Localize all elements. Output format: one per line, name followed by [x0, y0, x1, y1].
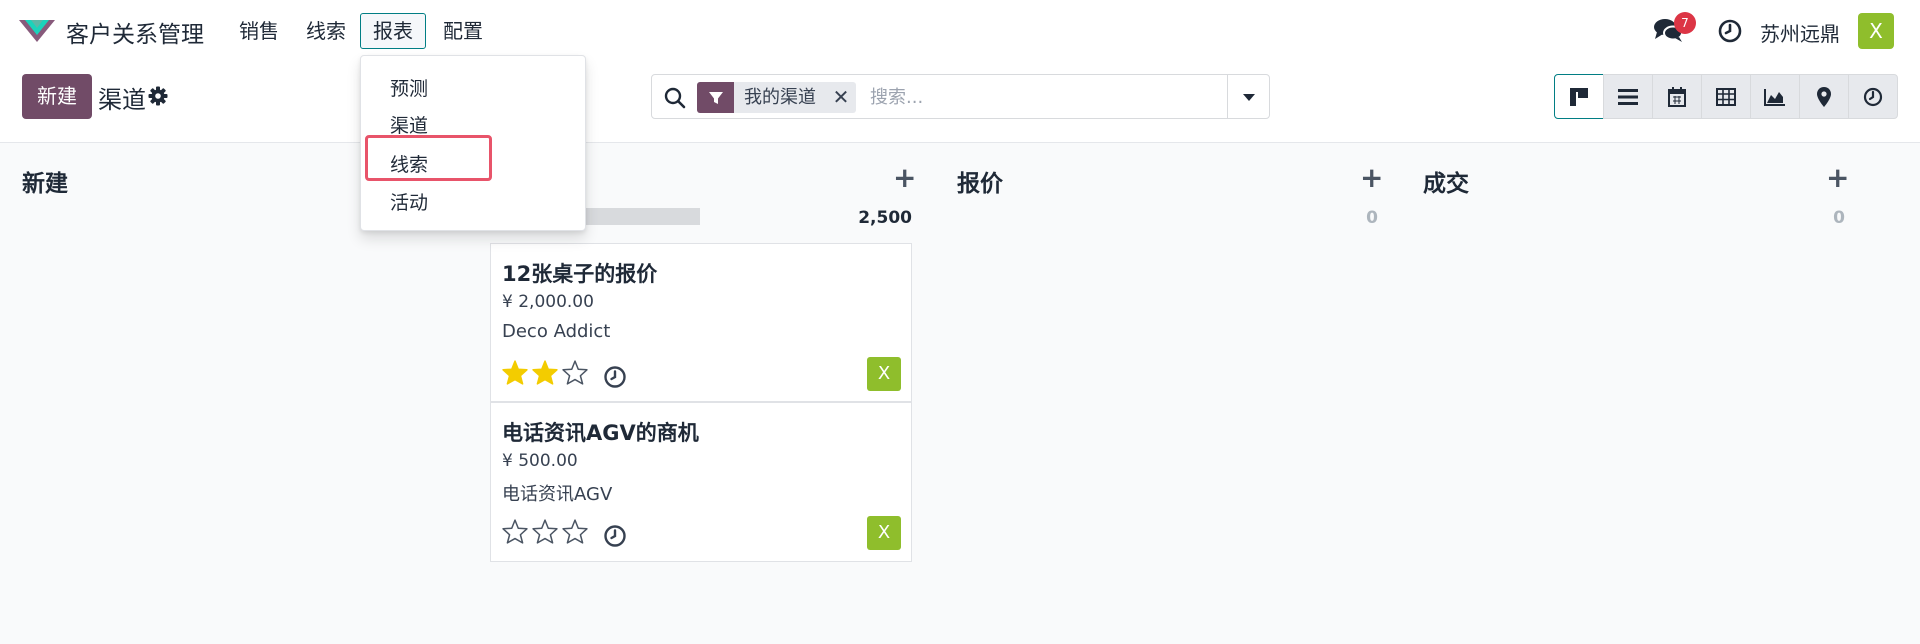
column-total: 0: [1833, 208, 1845, 228]
search-input[interactable]: [870, 83, 1210, 111]
card-title: 12张桌子的报价: [502, 262, 658, 286]
breadcrumb: 渠道: [98, 86, 146, 114]
activity-view-button[interactable]: [1848, 74, 1898, 119]
nav-leads[interactable]: 线索: [293, 13, 359, 49]
gear-icon[interactable]: [148, 86, 168, 106]
view-switcher: [1554, 74, 1898, 119]
star-empty-icon[interactable]: [502, 519, 528, 544]
card-partner: 电话资讯AGV: [502, 484, 613, 505]
filter-icon: [697, 82, 734, 113]
star-filled-icon[interactable]: [502, 360, 528, 385]
activity-clock-icon[interactable]: [603, 365, 627, 389]
kanban-view-button[interactable]: [1554, 74, 1604, 119]
pivot-table-icon: [1716, 87, 1736, 106]
clock-icon: [1863, 87, 1883, 106]
filter-facet: 我的渠道 ✕: [697, 82, 856, 113]
map-pin-icon: [1817, 86, 1831, 107]
activity-clock-icon[interactable]: [603, 524, 627, 548]
company-switcher[interactable]: 苏州远鼎: [1760, 18, 1840, 47]
menu-item-forecast[interactable]: 预测: [390, 74, 428, 101]
card-amount: ¥ 2,000.00: [502, 292, 594, 312]
activity-clock-icon[interactable]: [1718, 19, 1742, 43]
priority-stars: [502, 360, 588, 385]
app-title[interactable]: 客户关系管理: [66, 15, 204, 49]
pivot-view-button[interactable]: [1701, 74, 1751, 119]
top-navbar: 客户关系管理 销售 线索 报表 配置 7 苏州远鼎 X: [0, 0, 1920, 62]
search-bar: 我的渠道 ✕: [651, 74, 1270, 119]
search-options-toggle[interactable]: [1227, 75, 1269, 118]
assignee-avatar[interactable]: X: [867, 357, 901, 391]
facet-remove-icon[interactable]: ✕: [826, 82, 856, 113]
assignee-avatar[interactable]: X: [867, 516, 901, 550]
list-view-button[interactable]: [1603, 74, 1653, 119]
app-logo-icon[interactable]: [18, 17, 56, 43]
star-empty-icon[interactable]: [562, 360, 588, 385]
caret-down-icon: [1242, 93, 1255, 101]
nav-sales[interactable]: 销售: [226, 13, 292, 49]
menu-item-activities[interactable]: 活动: [390, 188, 428, 215]
column-add-icon[interactable]: +: [1360, 164, 1383, 192]
column-add-icon[interactable]: +: [893, 164, 916, 192]
card-partner: Deco Addict: [502, 321, 611, 342]
star-filled-icon[interactable]: [532, 360, 558, 385]
calendar-icon: [1668, 86, 1686, 107]
user-avatar[interactable]: X: [1858, 13, 1894, 49]
priority-stars: [502, 519, 588, 544]
area-chart-icon: [1764, 88, 1785, 106]
column-add-icon[interactable]: +: [1826, 164, 1849, 192]
search-icon[interactable]: [664, 87, 686, 109]
kanban-card[interactable]: 电话资讯AGV的商机 ¥ 500.00 电话资讯AGV X: [490, 402, 912, 562]
column-title-proposition: 报价: [957, 171, 1003, 197]
star-empty-icon[interactable]: [532, 519, 558, 544]
column-total: 0: [1366, 208, 1378, 228]
column-total: 2,500: [858, 208, 912, 228]
kanban-icon: [1570, 87, 1588, 106]
graph-view-button[interactable]: [1750, 74, 1800, 119]
column-title-new: 新建: [22, 171, 68, 197]
card-title: 电话资讯AGV的商机: [502, 421, 699, 445]
menu-item-pipeline[interactable]: 渠道: [390, 111, 428, 138]
nav-configuration[interactable]: 配置: [430, 13, 496, 49]
facet-label: 我的渠道: [744, 87, 816, 108]
card-amount: ¥ 500.00: [502, 451, 578, 471]
kanban-area: [0, 143, 1920, 644]
map-view-button[interactable]: [1799, 74, 1849, 119]
kanban-card[interactable]: 12张桌子的报价 ¥ 2,000.00 Deco Addict X: [490, 243, 912, 402]
highlight-box: [365, 135, 492, 181]
star-empty-icon[interactable]: [562, 519, 588, 544]
calendar-view-button[interactable]: [1652, 74, 1702, 119]
nav-reporting[interactable]: 报表: [360, 13, 426, 49]
message-count-badge: 7: [1674, 12, 1696, 34]
new-button[interactable]: 新建: [22, 74, 92, 119]
column-title-won: 成交: [1423, 171, 1469, 197]
list-icon: [1618, 88, 1638, 105]
